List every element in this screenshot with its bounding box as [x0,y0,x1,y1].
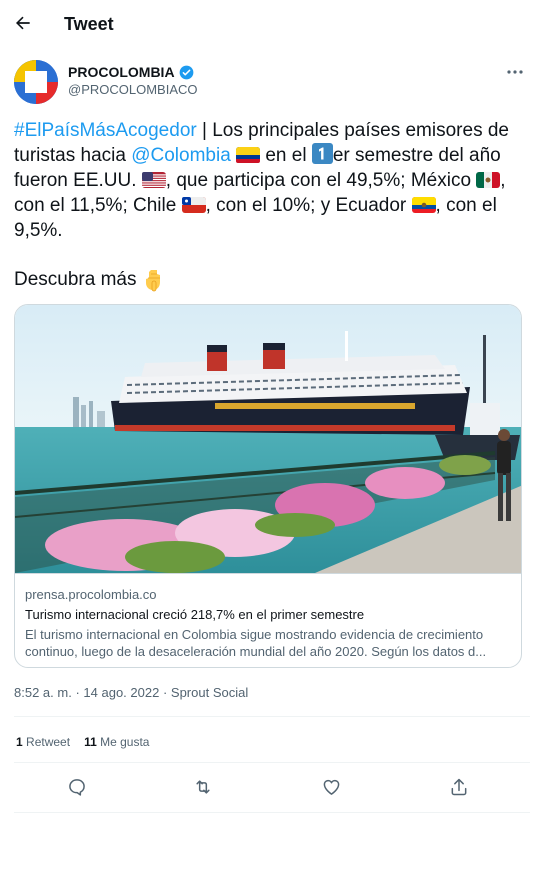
retweets-stat[interactable]: 1 Retweet [16,735,70,749]
likes-label: Me gusta [100,735,150,749]
procolombia-logo-icon [14,60,58,104]
top-bar: Tweet [0,0,544,50]
card-description: El turismo internacional en Colombia sig… [25,627,487,659]
retweets-label: Retweet [26,735,71,749]
tweet-timestamp: 8:52 a. m. · 14 ago. 2022 · Sprout Socia… [14,685,248,700]
avatar[interactable] [14,60,58,104]
more-options-button[interactable] [504,64,526,80]
ellipsis-icon [507,70,523,74]
card-title: Turismo internacional creció 218,7% en e… [25,607,365,622]
tweet-source[interactable]: Sprout Social [171,685,248,700]
heart-icon [323,779,339,795]
likes-stat[interactable]: 11 Me gusta [84,735,149,749]
share-icon [451,778,467,796]
card-meta: prensa.procolombia.co Turismo internacio… [15,573,521,667]
like-button[interactable] [318,774,344,800]
tweet-time[interactable]: 8:52 a. m. [14,685,72,700]
separator-dot: · [75,685,80,700]
tweet-text-part: , con el 10%; y Ecuador [205,195,412,216]
back-button[interactable] [10,10,36,36]
arrow-left-icon [16,16,30,30]
separator-dot: · [162,685,168,700]
likes-count: 11 [84,735,97,749]
engagement-stats: 1 Retweet 11 Me gusta [16,735,149,749]
cruise-ship-photo [15,305,521,573]
usa-flag-icon [141,172,166,188]
ecuador-flag-icon [411,197,436,213]
tweet-text-part: en el [260,145,312,166]
discover-more-text: Descubra más [14,269,137,290]
author-handle[interactable]: @PROCOLOMBIACO [68,82,198,97]
mexico-flag-icon [476,172,501,188]
retweet-button[interactable] [190,774,216,800]
divider [14,716,530,717]
pointing-down-hand-icon [145,270,160,292]
colombia-flag-icon [236,147,261,163]
retweets-count: 1 [16,735,23,749]
mention-link[interactable]: @Colombia [131,145,231,166]
tweet-date[interactable]: 14 ago. 2022 [83,685,159,700]
tweet-text: #ElPaísMásAcogedor | Los principales paí… [14,118,530,243]
share-button[interactable] [446,774,472,800]
divider [14,762,530,763]
link-preview-card[interactable]: prensa.procolombia.co Turismo internacio… [14,304,522,668]
tweet-author: PROCOLOMBIA @PROCOLOMBIACO [14,60,530,104]
card-domain: prensa.procolombia.co [25,587,157,602]
discover-more-line: Descubra más [14,268,165,292]
tweet-text-part: , que participa con el 49,5%; México [165,170,477,191]
author-name-text: PROCOLOMBIA [68,64,175,80]
reply-icon [69,779,85,796]
author-name[interactable]: PROCOLOMBIA [68,64,194,80]
tweet-actions [14,774,530,800]
reply-button[interactable] [64,774,90,800]
chile-flag-icon [181,197,206,213]
verified-badge-icon [179,65,193,79]
hashtag-link[interactable]: #ElPaísMásAcogedor [14,120,197,141]
page-title: Tweet [64,14,114,34]
retweet-icon [196,780,210,794]
divider [14,812,530,813]
keycap-one-icon [311,143,333,164]
